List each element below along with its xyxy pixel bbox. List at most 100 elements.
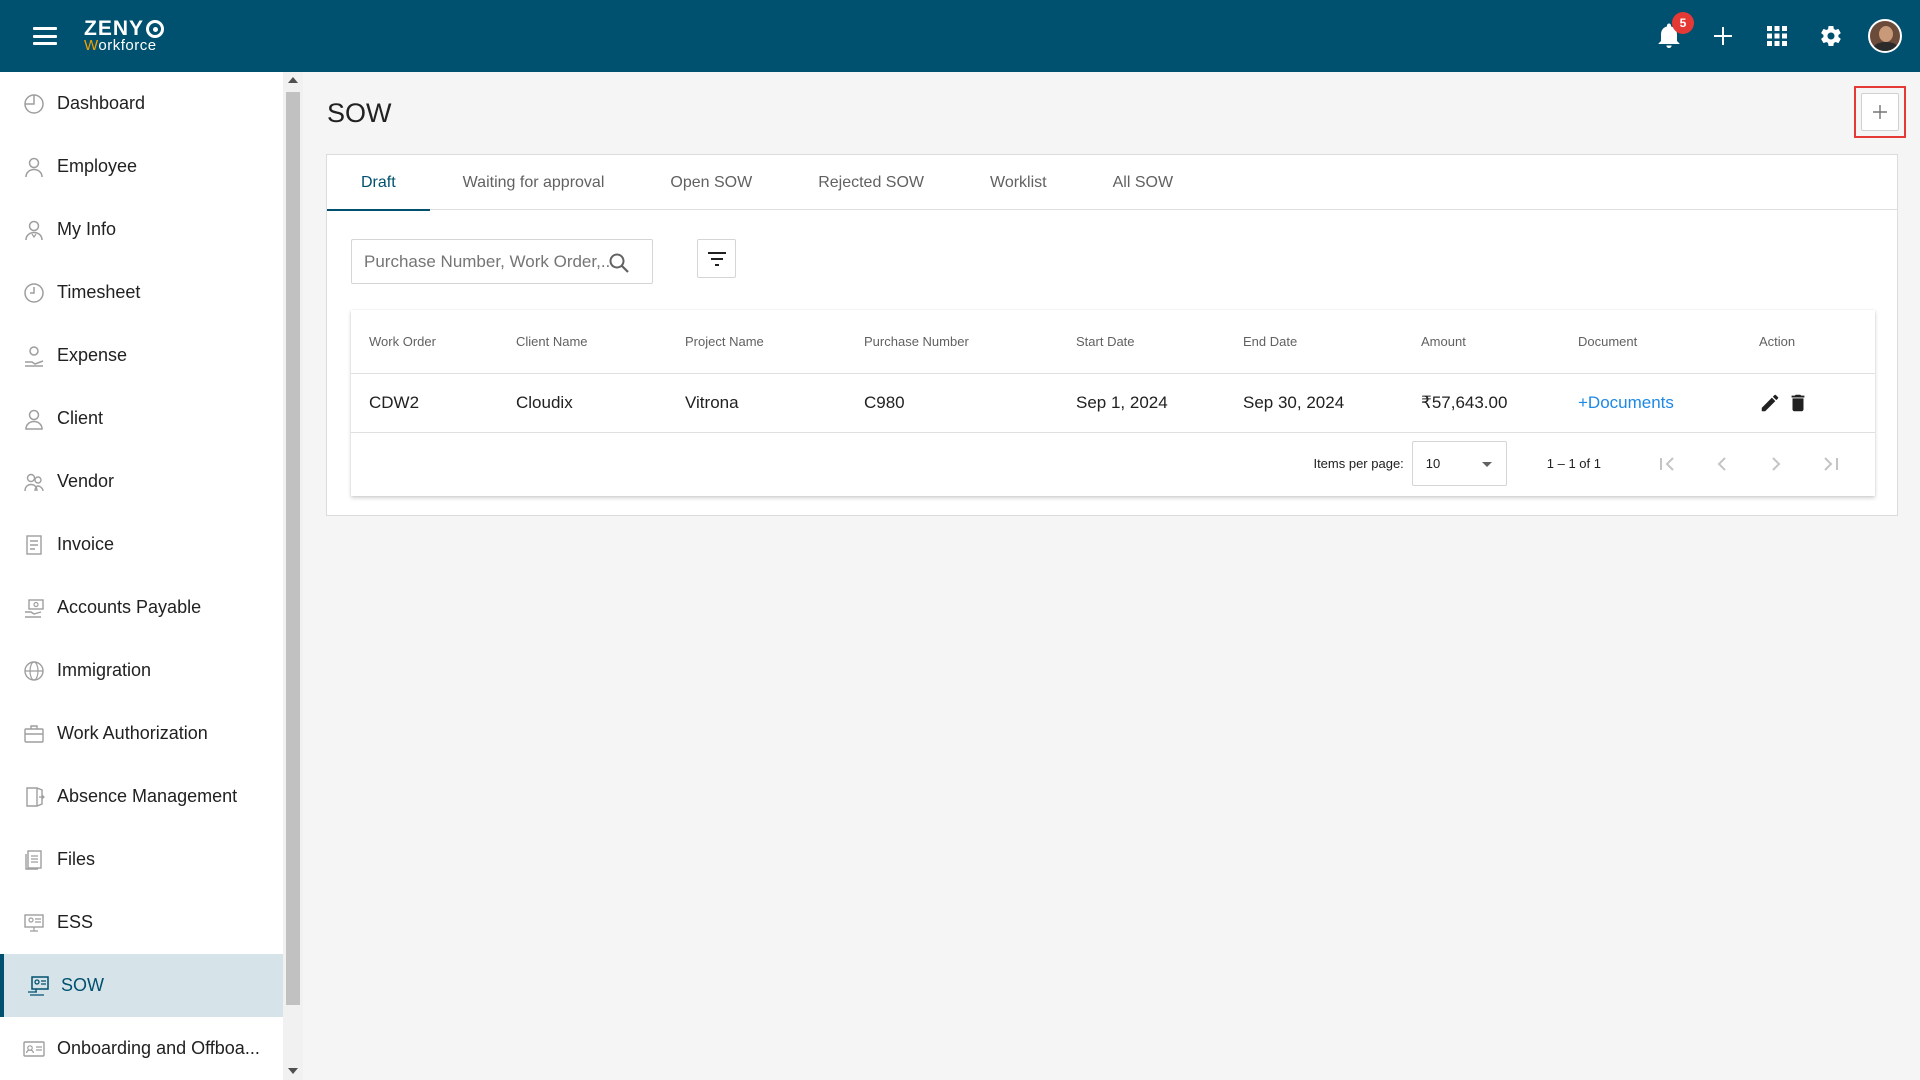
dropdown-arrow-icon <box>1481 462 1492 467</box>
sidebar-item-label: Dashboard <box>57 93 146 113</box>
app-logo[interactable]: ZENY Workforce <box>84 17 165 54</box>
cell-amount: ₹57,643.00 <box>1421 373 1578 433</box>
sidebar-item-immigration[interactable]: Immigration <box>0 639 283 702</box>
add-sow-highlight <box>1854 86 1906 138</box>
filter-button[interactable] <box>697 239 736 278</box>
items-per-page-value: 10 <box>1425 456 1441 471</box>
add-sow-button[interactable] <box>1861 93 1899 131</box>
employee-icon <box>23 156 45 178</box>
cell-client-name: Cloudix <box>516 373 685 433</box>
apps-button[interactable] <box>1750 0 1804 72</box>
items-per-page-label: Items per page: <box>1313 456 1404 471</box>
last-page-button[interactable] <box>1803 444 1857 484</box>
sow-card: Draft Waiting for approval Open SOW Reje… <box>326 154 1898 516</box>
sidebar-nav: Dashboard Employee My Info Timesheet Exp… <box>0 72 283 1080</box>
notifications-button[interactable]: 5 <box>1642 0 1696 72</box>
sidebar-item-dashboard[interactable]: Dashboard <box>0 72 283 135</box>
sidebar-item-label: Immigration <box>57 660 152 680</box>
search-icon[interactable] <box>608 252 630 279</box>
scrollbar-thumb[interactable] <box>286 92 300 1005</box>
sidebar-item-vendor[interactable]: Vendor <box>0 450 283 513</box>
apps-grid-icon <box>1767 26 1787 46</box>
cell-start-date: Sep 1, 2024 <box>1076 373 1243 433</box>
vendor-icon <box>23 471 45 493</box>
tab-waiting-for-approval[interactable]: Waiting for approval <box>430 155 638 210</box>
sidebar-item-ess[interactable]: ESS <box>0 891 283 954</box>
edit-icon[interactable] <box>1759 392 1781 414</box>
tab-worklist[interactable]: Worklist <box>957 155 1080 210</box>
chevron-right-icon <box>1772 456 1781 471</box>
sidebar-item-work-authorization[interactable]: Work Authorization <box>0 702 283 765</box>
sidebar-item-label: ESS <box>57 912 94 932</box>
sidebar-item-employee[interactable]: Employee <box>0 135 283 198</box>
sidebar-scrollbar[interactable] <box>283 72 303 1080</box>
sidebar-item-label: Work Authorization <box>57 723 208 743</box>
column-header[interactable]: Client Name <box>516 310 685 374</box>
items-per-page-select[interactable]: 10 <box>1411 441 1507 486</box>
column-header[interactable]: End Date <box>1243 310 1421 374</box>
column-header[interactable]: Document <box>1578 310 1759 374</box>
tab-open-sow[interactable]: Open SOW <box>637 155 785 210</box>
tab-all-sow[interactable]: All SOW <box>1080 155 1206 210</box>
next-page-button[interactable] <box>1749 444 1803 484</box>
sidebar-item-absence-management[interactable]: Absence Management <box>0 765 283 828</box>
column-header[interactable]: Amount <box>1421 310 1578 374</box>
sidebar-item-files[interactable]: Files <box>0 828 283 891</box>
add-new-button[interactable] <box>1696 0 1750 72</box>
logo-text: ZENY <box>84 17 145 40</box>
my-info-icon <box>23 219 45 241</box>
sidebar-item-label: Client <box>57 408 104 428</box>
cell-purchase-number: C980 <box>864 373 1076 433</box>
scroll-down-arrow-icon[interactable] <box>288 1068 298 1074</box>
gear-icon <box>1821 26 1841 47</box>
logo-subtext-accent: W <box>84 37 99 54</box>
last-page-icon <box>1824 456 1838 471</box>
sidebar-item-label: Vendor <box>57 471 115 491</box>
sidebar-item-my-info[interactable]: My Info <box>0 198 283 261</box>
column-header[interactable]: Project Name <box>685 310 864 374</box>
clock-icon <box>23 282 45 304</box>
column-header[interactable]: Purchase Number <box>864 310 1076 374</box>
column-header[interactable]: Work Order <box>351 310 516 374</box>
previous-page-button[interactable] <box>1695 444 1749 484</box>
sidebar-item-sow[interactable]: SOW <box>0 954 283 1017</box>
user-menu-button[interactable] <box>1858 0 1912 72</box>
table-header-row: Work Order Client Name Project Name Purc… <box>351 310 1875 374</box>
search-input[interactable] <box>364 251 624 272</box>
sidebar-item-client[interactable]: Client <box>0 387 283 450</box>
column-header[interactable]: Start Date <box>1076 310 1243 374</box>
sidebar-item-invoice[interactable]: Invoice <box>0 513 283 576</box>
sidebar-item-label: Timesheet <box>57 282 141 302</box>
documents-link[interactable]: +Documents <box>1578 393 1674 412</box>
plus-icon <box>1873 105 1887 119</box>
sidebar-item-label: Invoice <box>57 534 115 554</box>
expense-icon <box>23 345 45 367</box>
sidebar-item-onboarding[interactable]: Onboarding and Offboa... <box>0 1017 283 1080</box>
filter-icon <box>707 251 726 266</box>
tab-rejected-sow[interactable]: Rejected SOW <box>785 155 957 210</box>
delete-icon[interactable] <box>1787 392 1809 414</box>
table-row[interactable]: CDW2 Cloudix Vitrona C980 Sep 1, 2024 Se… <box>351 373 1875 433</box>
briefcase-icon <box>23 723 45 745</box>
column-header: Action <box>1759 310 1875 374</box>
settings-button[interactable] <box>1804 0 1858 72</box>
sidebar-item-label: My Info <box>57 219 117 239</box>
door-icon <box>23 786 45 808</box>
cell-end-date: Sep 30, 2024 <box>1243 373 1421 433</box>
menu-icon[interactable] <box>30 24 60 48</box>
chevron-left-icon <box>1717 456 1726 471</box>
scroll-up-arrow-icon[interactable] <box>288 77 298 83</box>
page-title: SOW <box>327 98 392 128</box>
sidebar-item-timesheet[interactable]: Timesheet <box>0 261 283 324</box>
tab-draft[interactable]: Draft <box>327 155 430 211</box>
sidebar-item-label: Accounts Payable <box>57 597 202 617</box>
sidebar-item-label: Onboarding and Offboa... <box>57 1038 260 1058</box>
logo-subtext: orkforce <box>98 37 157 54</box>
search-field <box>351 239 653 284</box>
sow-table: Work Order Client Name Project Name Purc… <box>351 310 1875 496</box>
sidebar-item-label: Absence Management <box>57 786 238 806</box>
sidebar-item-accounts-payable[interactable]: Accounts Payable <box>0 576 283 639</box>
first-page-button[interactable] <box>1641 444 1695 484</box>
sidebar-item-expense[interactable]: Expense <box>0 324 283 387</box>
row-actions <box>1759 392 1875 414</box>
